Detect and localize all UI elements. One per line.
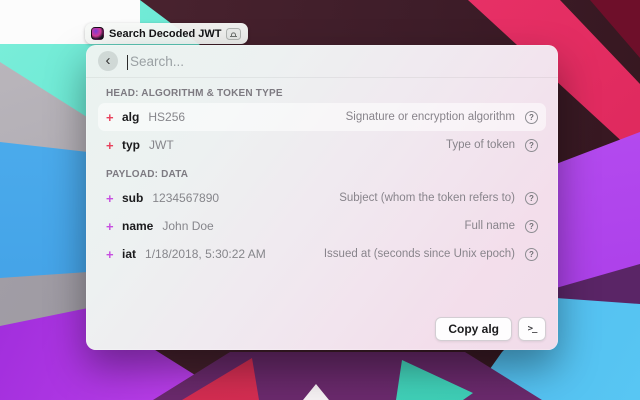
- claim-value: 1234567890: [152, 191, 219, 205]
- search-input[interactable]: [127, 54, 546, 69]
- popover-title: Search Decoded JWT: [109, 28, 221, 40]
- plus-icon: +: [106, 110, 120, 125]
- claim-description: Issued at (seconds since Unix epoch): [324, 248, 515, 260]
- claim-description: Full name: [465, 220, 516, 232]
- desktop: Search Decoded JWT ‹ HEAD: ALGORITHM & T…: [0, 0, 640, 400]
- claim-description: Subject (whom the token refers to): [339, 192, 515, 204]
- claim-key: alg: [122, 110, 139, 124]
- help-icon[interactable]: ?: [525, 111, 538, 124]
- row-name[interactable]: + name John Doe Full name ?: [98, 212, 546, 240]
- section-header-payload: PAYLOAD: DATA: [106, 169, 538, 180]
- claim-key: sub: [122, 191, 143, 205]
- plus-icon: +: [106, 191, 120, 206]
- copy-alg-button[interactable]: Copy alg: [435, 317, 512, 341]
- help-icon[interactable]: ?: [525, 220, 538, 233]
- keycap-pin-icon[interactable]: [226, 28, 241, 40]
- claim-value: HS256: [148, 110, 185, 124]
- row-alg[interactable]: + alg HS256 Signature or encryption algo…: [98, 103, 546, 131]
- jwt-search-panel: ‹ HEAD: ALGORITHM & TOKEN TYPE + alg HS2…: [86, 45, 558, 350]
- help-icon[interactable]: ?: [525, 192, 538, 205]
- claim-key: iat: [122, 247, 136, 261]
- plus-icon: +: [106, 138, 120, 153]
- help-icon[interactable]: ?: [525, 139, 538, 152]
- row-iat[interactable]: + iat 1/18/2018, 5:30:22 AM Issued at (s…: [98, 240, 546, 268]
- plus-icon: +: [106, 247, 120, 262]
- row-typ[interactable]: + typ JWT Type of token ?: [98, 131, 546, 159]
- menubar-popover-chip[interactable]: Search Decoded JWT: [85, 23, 248, 44]
- row-sub[interactable]: + sub 1234567890 Subject (whom the token…: [98, 184, 546, 212]
- claim-value: JWT: [149, 138, 174, 152]
- panel-footer: Copy alg >_: [435, 317, 546, 341]
- section-header-head: HEAD: ALGORITHM & TOKEN TYPE: [106, 88, 538, 99]
- search-field-wrap: [127, 54, 546, 69]
- claim-key: name: [122, 219, 153, 233]
- results-list: HEAD: ALGORITHM & TOKEN TYPE + alg HS256…: [86, 88, 558, 268]
- search-bar: ‹: [86, 45, 558, 78]
- claim-description: Signature or encryption algorithm: [346, 111, 515, 123]
- help-icon[interactable]: ?: [525, 248, 538, 261]
- claim-key: typ: [122, 138, 140, 152]
- claim-value: 1/18/2018, 5:30:22 AM: [145, 247, 266, 261]
- jwt-app-icon: [91, 27, 104, 40]
- plus-icon: +: [106, 219, 120, 234]
- text-caret: [127, 55, 128, 70]
- back-button[interactable]: ‹: [98, 51, 118, 71]
- terminal-icon-button[interactable]: >_: [518, 317, 546, 341]
- claim-value: John Doe: [162, 219, 213, 233]
- claim-description: Type of token: [446, 139, 515, 151]
- chevron-left-icon: ‹: [106, 53, 111, 68]
